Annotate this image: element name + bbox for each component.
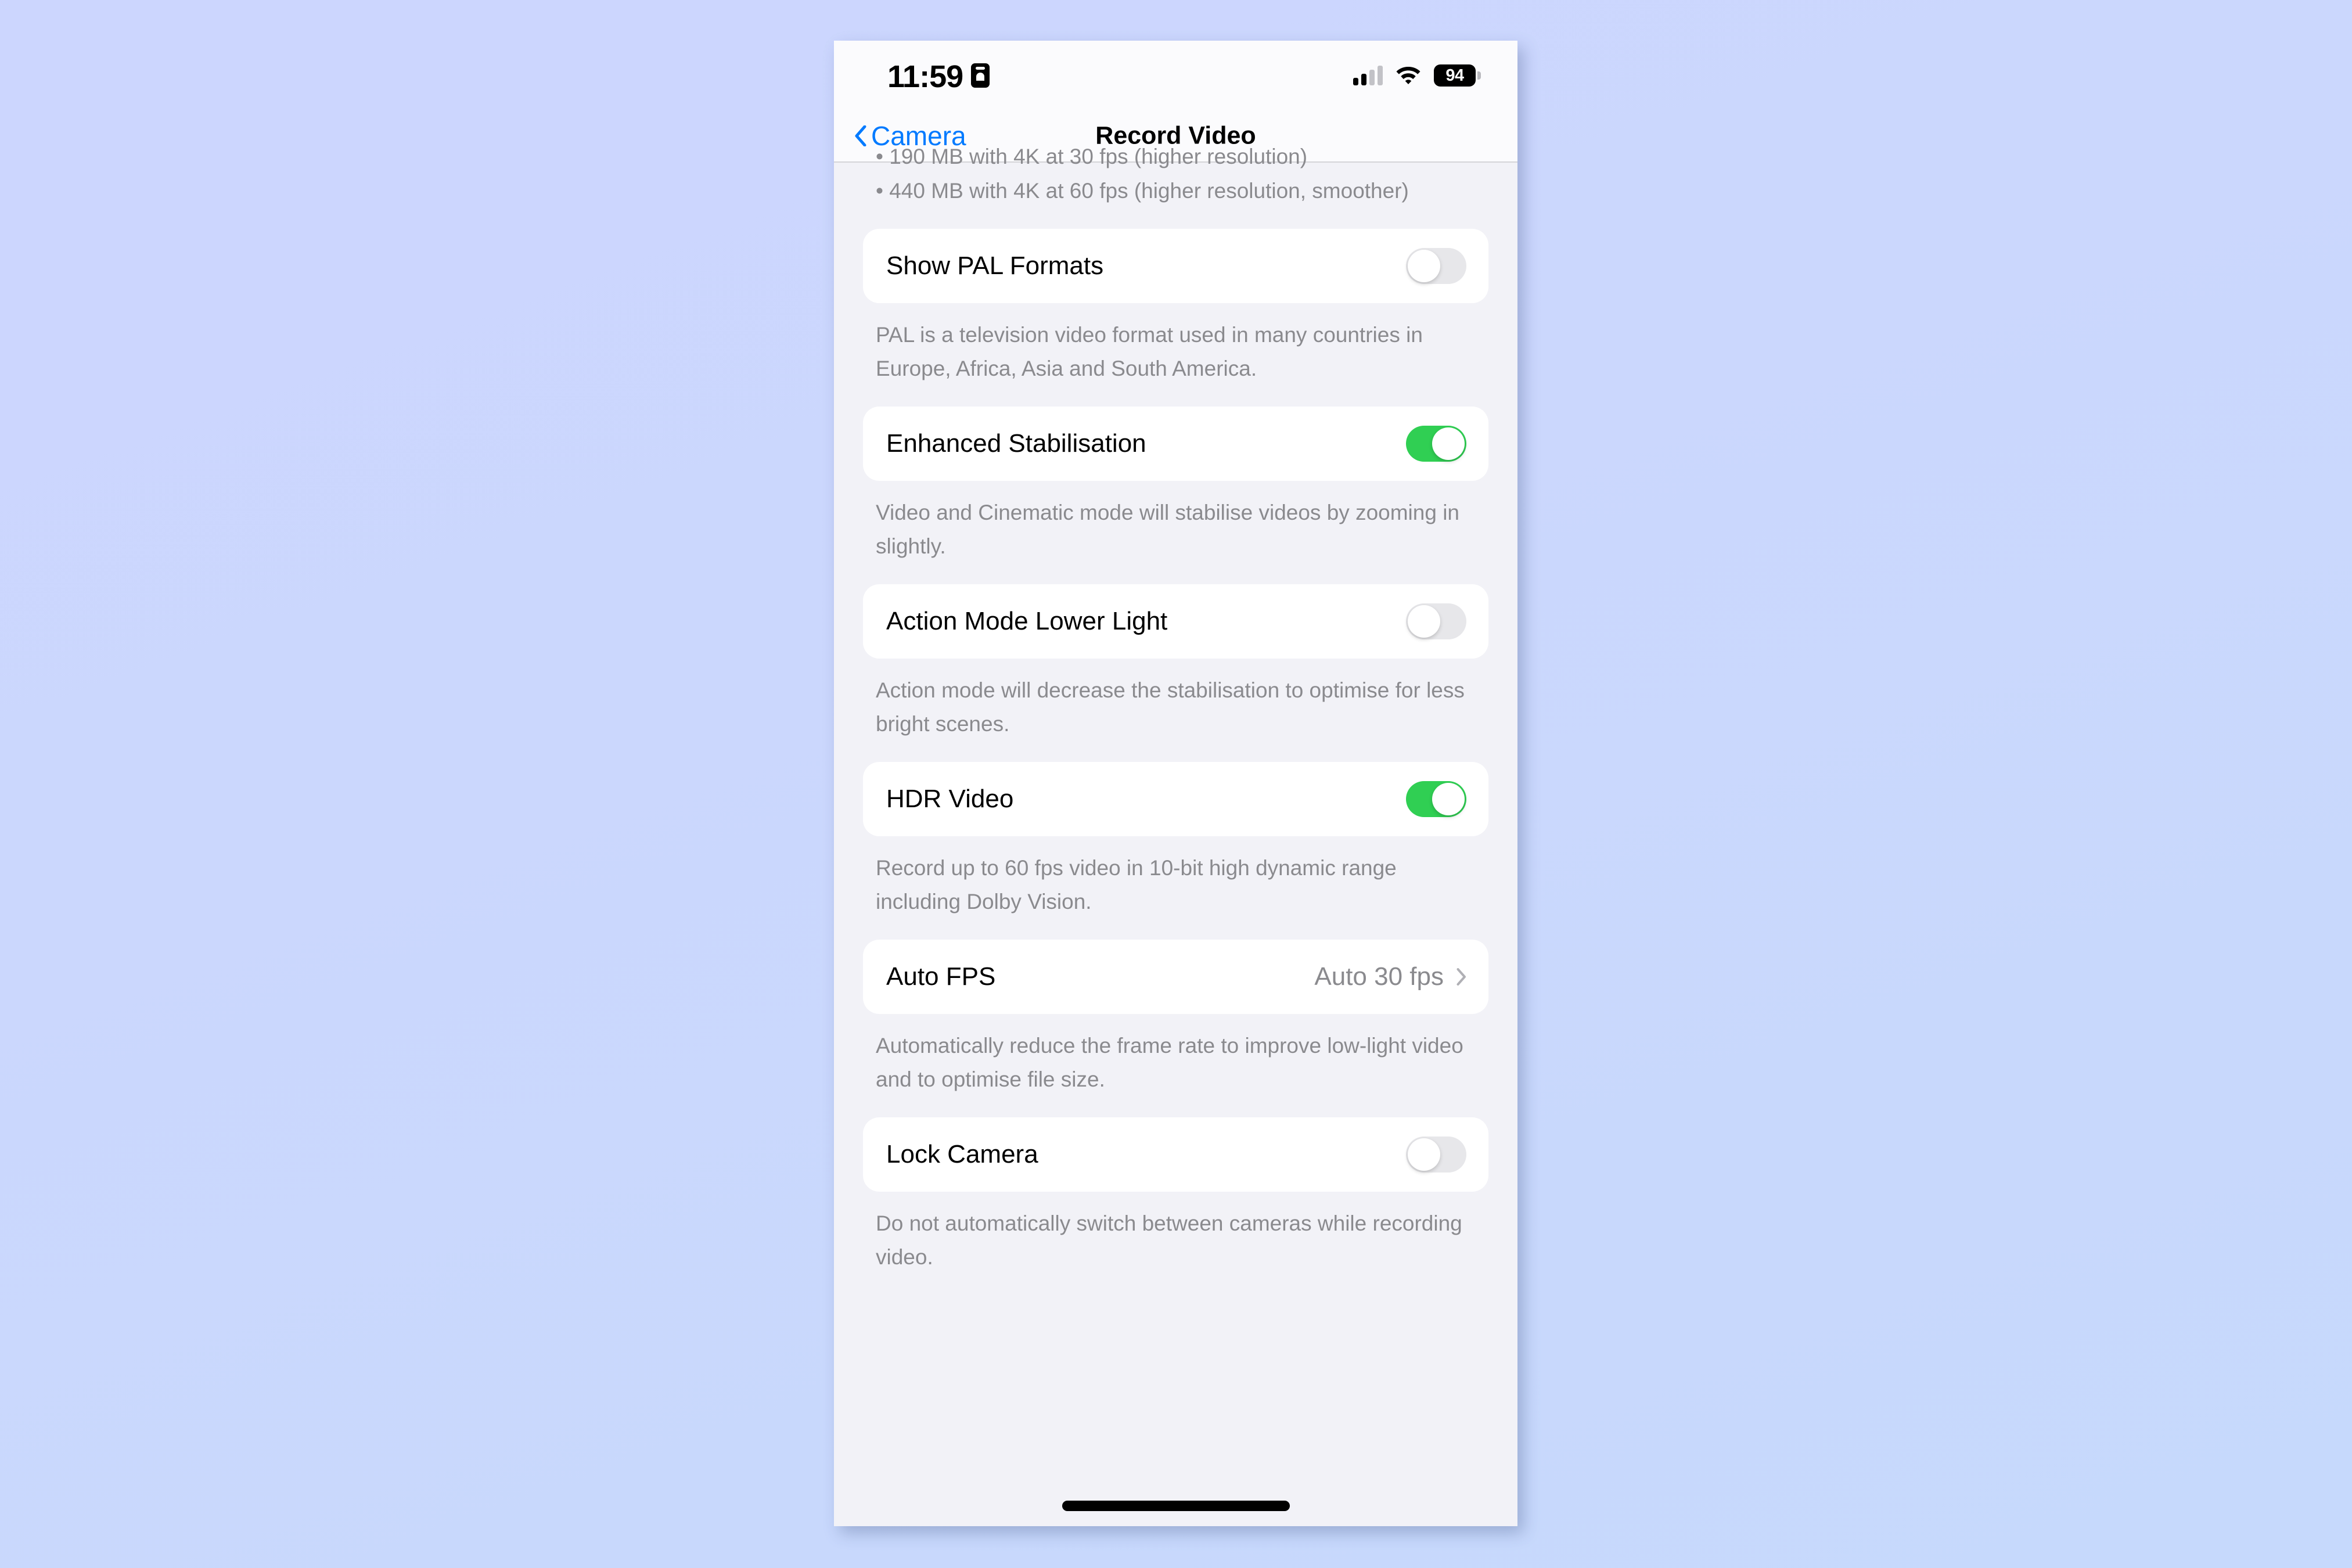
home-indicator [1062,1501,1290,1511]
clipped-footnote: • 190 MB with 4K at 30 fps (higher resol… [863,139,1488,208]
setting-description-hdr-video: Record up to 60 fps video in 10-bit high… [876,856,1397,914]
clipped-footnote-line-2: • 440 MB with 4K at 60 fps (higher resol… [876,179,1409,203]
toggle-show-pal-formats[interactable] [1406,248,1466,284]
setting-description-enhanced-stabilisation: Video and Cinematic mode will stabilise … [876,501,1459,558]
setting-label-hdr-video: HDR Video [886,785,1014,813]
setting-row-hdr-video[interactable]: HDR Video [863,762,1488,836]
chevron-right-icon [1456,968,1466,986]
setting-card-hdr-video: HDR Video [863,762,1488,836]
status-bar-left: 11:59 [887,59,990,92]
setting-card-lock-camera: Lock Camera [863,1117,1488,1192]
setting-card-enhanced-stabilisation: Enhanced Stabilisation [863,407,1488,481]
toggle-knob [1432,427,1465,460]
setting-row-show-pal-formats[interactable]: Show PAL Formats [863,229,1488,303]
cellular-signal-icon [1353,66,1383,85]
status-bar-right: 94 [1353,64,1481,87]
battery-percentage: 94 [1445,66,1464,85]
wifi-icon [1396,67,1420,84]
setting-row-auto-fps[interactable]: Auto FPS Auto 30 fps [863,940,1488,1014]
phone-screenshot: 11:59 94 Camera Record Video • 190 MB wi… [834,41,1517,1526]
setting-row-enhanced-stabilisation[interactable]: Enhanced Stabilisation [863,407,1488,481]
setting-description-auto-fps: Automatically reduce the frame rate to i… [876,1034,1463,1091]
auto-fps-value-group: Auto 30 fps [1314,964,1466,990]
setting-value-auto-fps: Auto 30 fps [1314,962,1444,991]
setting-label-action-mode-lower-light: Action Mode Lower Light [886,607,1168,635]
setting-label-enhanced-stabilisation: Enhanced Stabilisation [886,429,1146,458]
toggle-knob [1408,250,1440,282]
status-bar: 11:59 94 [834,41,1517,110]
toggle-enhanced-stabilisation[interactable] [1406,426,1466,462]
setting-description-action-mode-lower-light: Action mode will decrease the stabilisat… [876,678,1465,736]
toggle-hdr-video[interactable] [1406,781,1466,817]
setting-card-auto-fps: Auto FPS Auto 30 fps [863,940,1488,1014]
clipped-footnote-line-1: • 190 MB with 4K at 30 fps (higher resol… [876,145,1308,168]
setting-row-action-mode-lower-light[interactable]: Action Mode Lower Light [863,584,1488,659]
setting-label-show-pal-formats: Show PAL Formats [886,251,1104,280]
settings-list[interactable]: • 190 MB with 4K at 30 fps (higher resol… [834,145,1517,1526]
status-bar-clock: 11:59 [887,59,963,94]
setting-card-show-pal-formats: Show PAL Formats [863,229,1488,303]
toggle-lock-camera[interactable] [1406,1137,1466,1173]
setting-description-show-pal-formats: PAL is a television video format used in… [876,323,1423,380]
contact-card-icon [971,63,990,88]
setting-card-action-mode-lower-light: Action Mode Lower Light [863,584,1488,659]
toggle-knob [1408,605,1440,638]
toggle-knob [1432,783,1465,815]
setting-description-lock-camera: Do not automatically switch between came… [876,1211,1462,1269]
setting-label-lock-camera: Lock Camera [886,1140,1038,1168]
battery-indicator: 94 [1434,64,1481,87]
toggle-knob [1408,1138,1440,1171]
toggle-action-mode-lower-light[interactable] [1406,603,1466,639]
setting-row-lock-camera[interactable]: Lock Camera [863,1117,1488,1192]
setting-label-auto-fps: Auto FPS [886,962,996,991]
